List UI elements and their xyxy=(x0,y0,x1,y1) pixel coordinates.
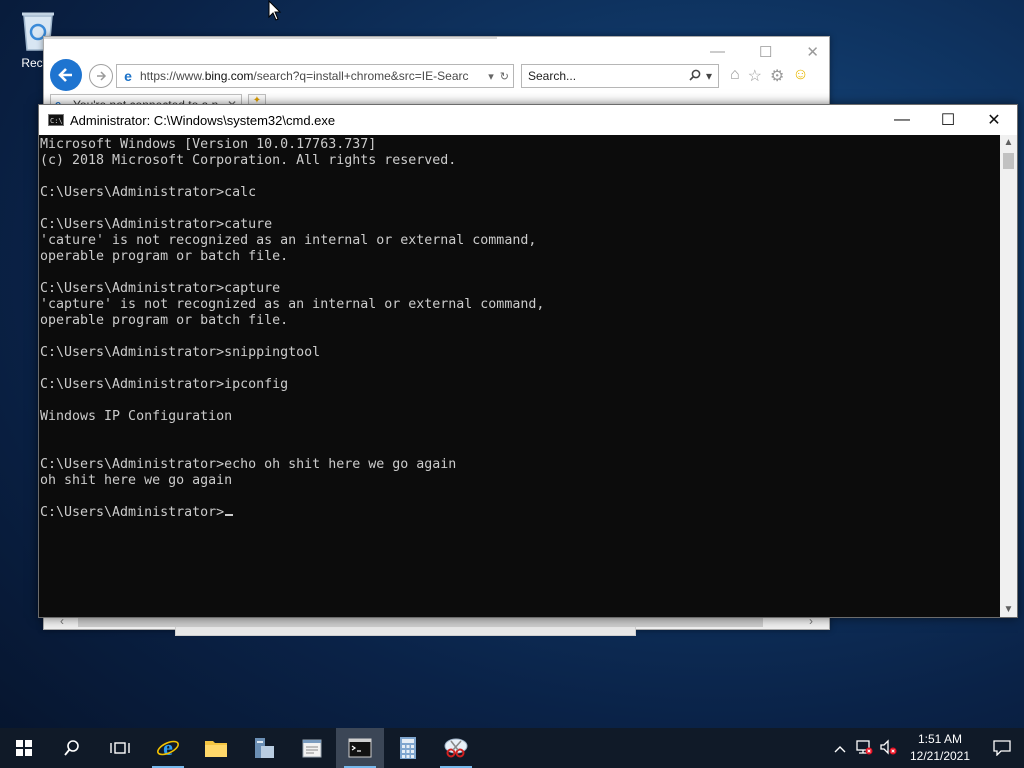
ie-maximize-button[interactable]: ☐ xyxy=(759,43,772,61)
system-tray: 1:51 AM 12/21/2021 xyxy=(828,728,1024,768)
taskbar-file-explorer[interactable] xyxy=(192,728,240,768)
windows-start-icon xyxy=(16,740,32,756)
cmd-minimize-button[interactable]: — xyxy=(879,105,925,135)
console-line: Windows IP Configuration xyxy=(40,409,233,424)
search-placeholder: Search... xyxy=(528,69,577,83)
search-button[interactable] xyxy=(48,728,96,768)
search-dropdown-icon[interactable]: ▾ xyxy=(706,69,712,83)
cmd-title: Administrator: C:\Windows\system32\cmd.e… xyxy=(70,112,336,128)
taskbar-clock[interactable]: 1:51 AM 12/21/2021 xyxy=(900,731,980,765)
scroll-down-icon[interactable]: ▼ xyxy=(1000,604,1017,615)
ie-page-icon: e xyxy=(124,68,132,84)
taskbar-notepad[interactable] xyxy=(288,728,336,768)
address-host: bing.com xyxy=(204,69,254,83)
console-line: (c) 2018 Microsoft Corporation. All righ… xyxy=(40,153,457,168)
ie-minimize-button[interactable]: — xyxy=(710,43,725,61)
text-cursor xyxy=(225,514,234,516)
taskbar-calculator[interactable] xyxy=(384,728,432,768)
cmd-vertical-scrollbar[interactable]: ▲ ▼ xyxy=(1000,135,1017,617)
console-line: C:\Users\Administrator>snippingtool xyxy=(40,345,321,360)
address-dropdown-icon[interactable]: ▾ xyxy=(488,70,494,83)
server-manager-icon xyxy=(255,738,274,758)
ie-address-bar[interactable]: e https://www. bing.com/search?q=install+… xyxy=(116,64,514,88)
console-prompt-line[interactable]: C:\Users\Administrator> xyxy=(40,505,1000,521)
scroll-up-icon[interactable]: ▲ xyxy=(1000,137,1017,148)
console-line: Microsoft Windows [Version 10.0.17763.73… xyxy=(40,137,377,152)
file-explorer-icon xyxy=(205,741,227,757)
cmd-icon: C:\ xyxy=(48,114,64,126)
console-line: operable program or batch file. xyxy=(40,249,289,264)
feedback-smiley-icon[interactable]: ☺ xyxy=(792,66,808,86)
console-line: oh shit here we go again xyxy=(40,473,233,488)
console-line: C:\Users\Administrator>cature xyxy=(40,217,273,232)
console-prompt: C:\Users\Administrator> xyxy=(40,505,225,520)
address-prefix: https://www. xyxy=(140,69,205,83)
home-icon[interactable]: ⌂ xyxy=(730,66,740,86)
scroll-thumb[interactable] xyxy=(78,617,763,627)
ie-search-box[interactable]: Search... ▾ xyxy=(521,64,719,88)
action-center-button[interactable] xyxy=(980,740,1024,756)
task-view-button[interactable] xyxy=(96,728,144,768)
mouse-pointer-icon xyxy=(268,0,282,21)
refresh-icon[interactable]: ↻ xyxy=(500,70,509,83)
snipping-tool-icon xyxy=(444,738,468,758)
console-line: 'cature' is not recognized as an interna… xyxy=(40,233,537,248)
ie-bottom-strip xyxy=(175,627,636,636)
console-line: C:\Users\Administrator>ipconfig xyxy=(40,377,289,392)
clock-date: 12/21/2021 xyxy=(909,749,971,763)
notification-icon xyxy=(993,740,1011,756)
show-hidden-icons-chevron-icon[interactable] xyxy=(828,741,852,756)
ie-close-button[interactable]: ✕ xyxy=(806,43,819,61)
ie-window-controls: — ☐ ✕ xyxy=(710,43,819,61)
console-output[interactable]: Microsoft Windows [Version 10.0.17763.73… xyxy=(39,135,1000,617)
task-view-icon xyxy=(110,742,130,754)
gear-icon[interactable]: ⚙ xyxy=(770,66,784,86)
cmd-title-bar[interactable]: C:\ Administrator: C:\Windows\system32\c… xyxy=(39,105,1017,135)
console-line: C:\Users\Administrator>capture xyxy=(40,281,281,296)
volume-muted-icon[interactable] xyxy=(876,738,900,758)
taskbar-internet-explorer[interactable]: e xyxy=(144,728,192,768)
console-line: C:\Users\Administrator>calc xyxy=(40,185,257,200)
cmd-maximize-button[interactable]: ☐ xyxy=(925,105,971,135)
address-path: /search?q=install+chrome&src=IE-Searc xyxy=(253,69,469,83)
search-icon[interactable] xyxy=(689,69,701,81)
start-button[interactable] xyxy=(0,728,48,768)
search-icon xyxy=(64,740,79,756)
taskbar: e 1:51 AM 12/21/2021 xyxy=(0,728,1024,768)
cmd-close-button[interactable]: ✕ xyxy=(971,105,1017,135)
notepad-icon xyxy=(302,739,322,758)
cmd-icon xyxy=(348,738,372,758)
cmd-window[interactable]: C:\ Administrator: C:\Windows\system32\c… xyxy=(38,104,1018,618)
ie-toolbar-icons: ⌂ ☆ ⚙ ☺ xyxy=(730,66,809,86)
ie-forward-button[interactable] xyxy=(89,64,113,88)
calculator-icon xyxy=(400,737,416,759)
taskbar-command-prompt[interactable] xyxy=(336,728,384,768)
taskbar-snipping-tool[interactable] xyxy=(432,728,480,768)
clock-time: 1:51 AM xyxy=(917,732,963,746)
console-line: C:\Users\Administrator>echo oh shit here… xyxy=(40,457,457,472)
svg-text:e: e xyxy=(163,736,173,760)
arrow-left-icon xyxy=(58,68,72,82)
arrow-right-icon xyxy=(97,71,107,81)
network-disconnected-icon[interactable] xyxy=(852,739,876,758)
console-line: 'capture' is not recognized as an intern… xyxy=(40,297,545,312)
favorites-star-icon[interactable]: ☆ xyxy=(748,66,762,86)
ie-back-button[interactable] xyxy=(50,59,82,91)
internet-explorer-icon: e xyxy=(157,736,179,760)
taskbar-server-manager[interactable] xyxy=(240,728,288,768)
console-line: operable program or batch file. xyxy=(40,313,289,328)
ie-top-edge xyxy=(44,37,497,39)
scroll-thumb[interactable] xyxy=(1003,153,1014,169)
